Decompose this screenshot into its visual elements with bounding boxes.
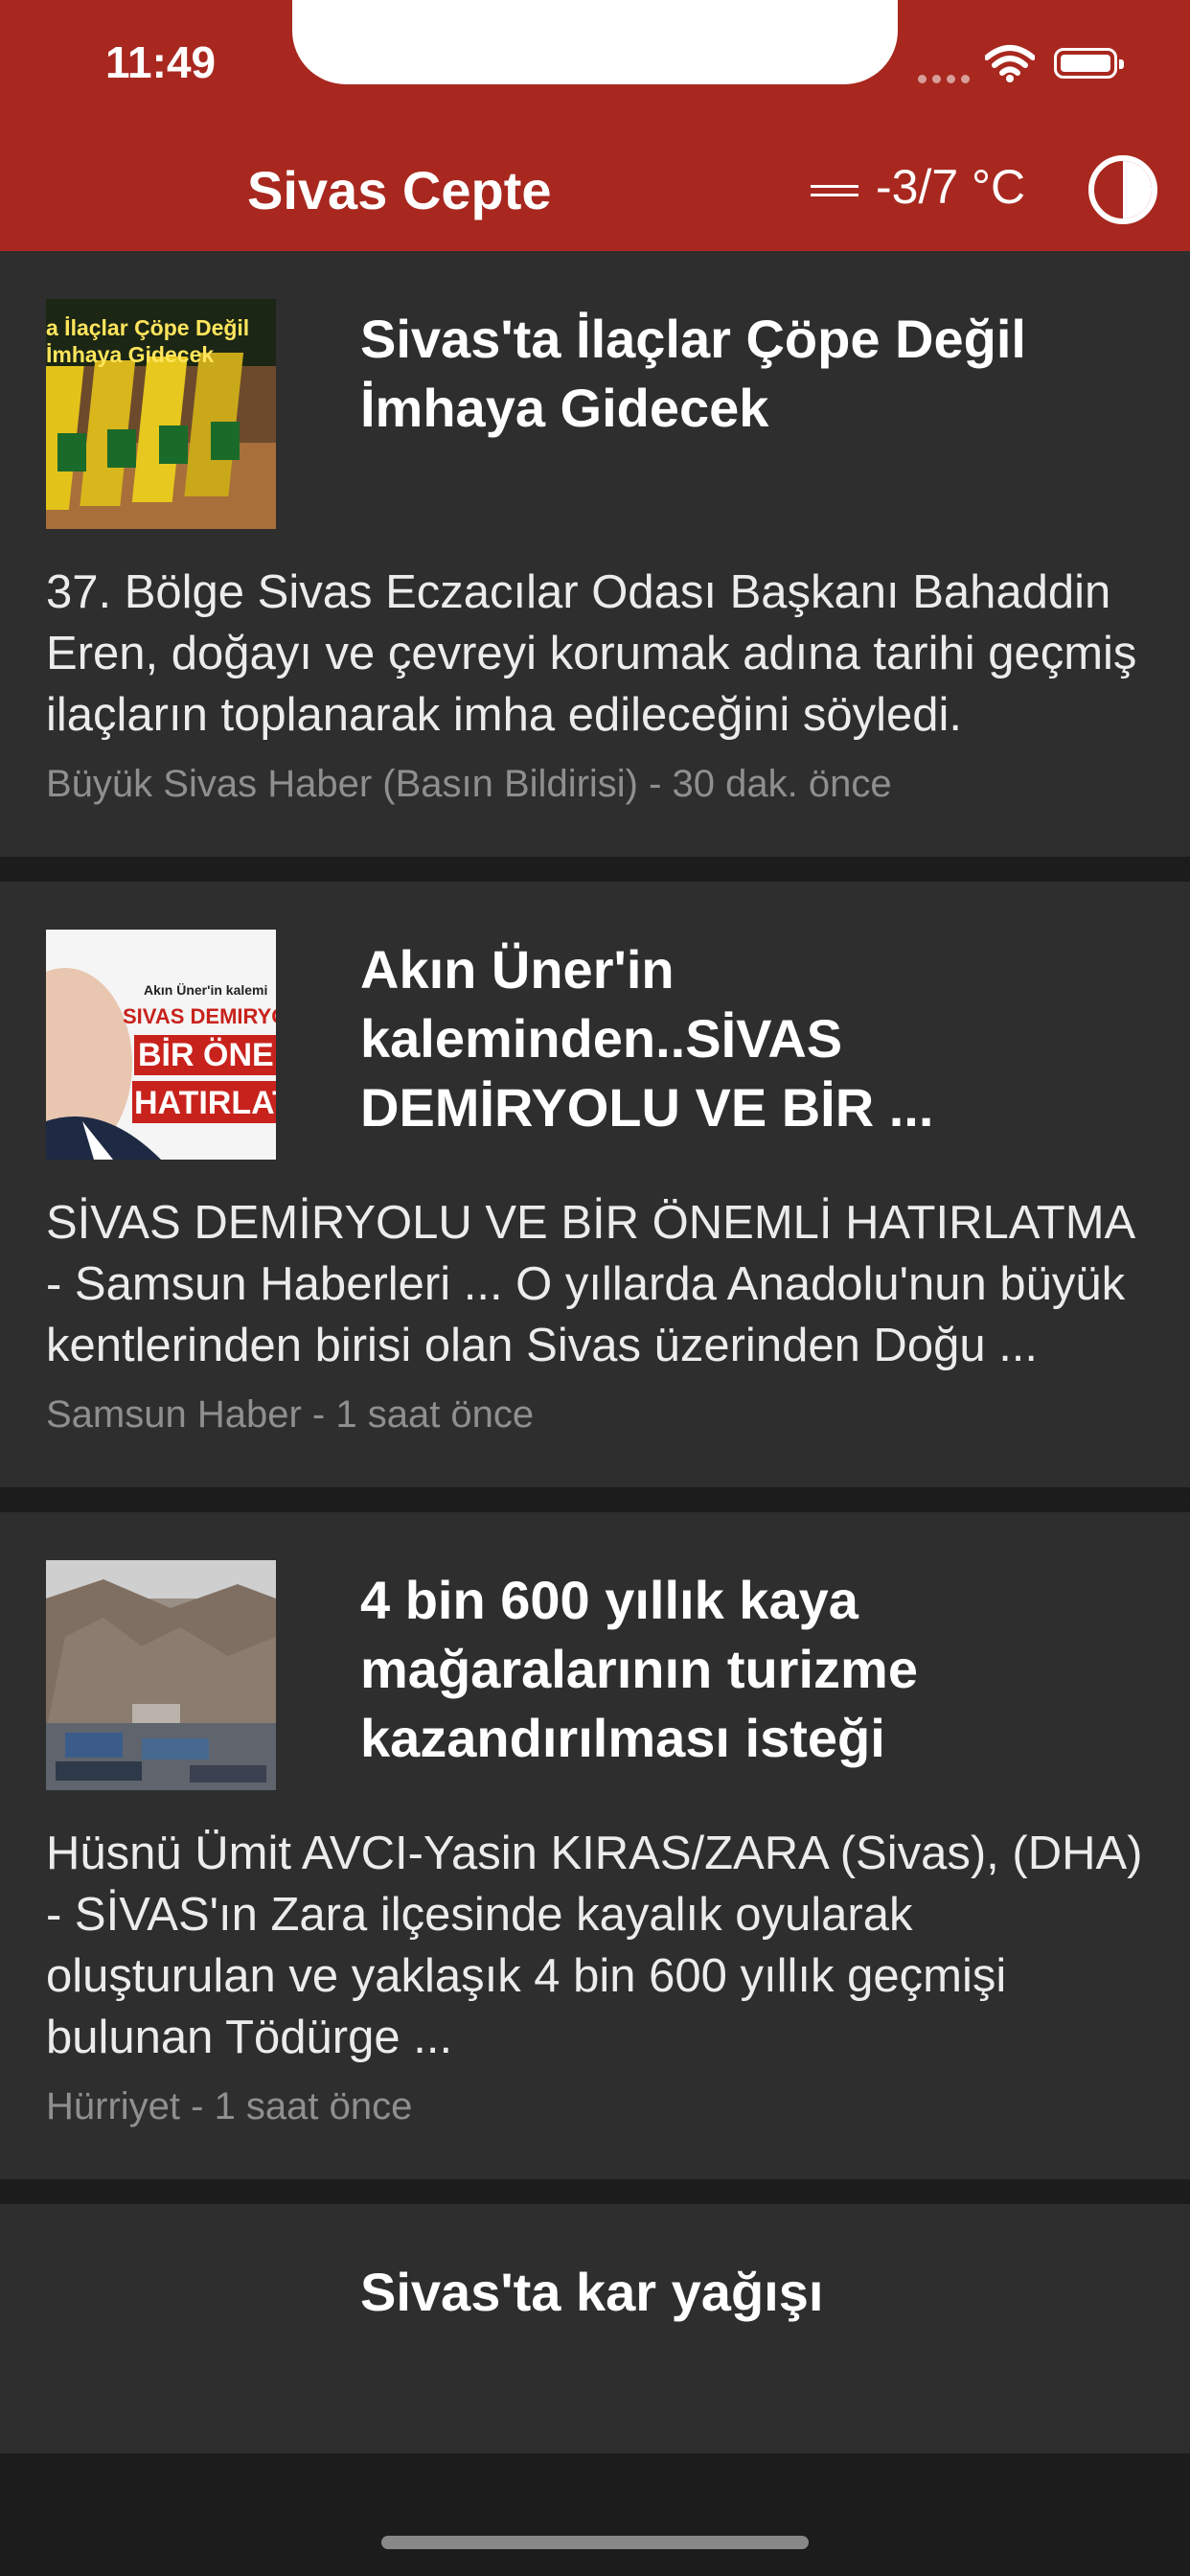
weather-text: -3/7 °C [876,160,1026,214]
news-meta: Samsun Haber - 1 saat önce [46,1393,535,1436]
news-card[interactable]: a İlaçlar Çöpe Değil İmhaya Gidecek Siva… [0,251,1190,857]
news-card[interactable]: Sivas'ta kar yağışı [0,2204,1190,2453]
news-thumbnail [46,1560,276,1790]
app-screen: 11:49 Sivas Cepte -3/7 °C a İlaçlar Çöpe… [0,0,1190,2576]
thumbnail-caption-line: HATIRLAT [134,1085,276,1121]
home-indicator[interactable] [381,2536,809,2549]
battery-icon [1054,48,1124,79]
news-meta: Büyük Sivas Haber (Basın Bildirisi) - 30… [46,763,892,805]
device-notch [292,0,898,84]
news-title: Sivas'ta İlaçlar Çöpe Değil İmhaya Gidec… [360,309,1026,438]
news-title: Akın Üner'in kaleminden..SİVAS DEMİRYOLU… [360,939,934,1138]
news-meta: Hürriyet - 1 saat önce [46,2085,413,2128]
news-title: 4 bin 600 yıllık kaya mağaralarının turi… [360,1570,918,1768]
thumbnail-caption-line: Akın Üner'in kalemi [144,982,267,998]
thumbnail-caption-line: BİR ÖNE [138,1037,274,1073]
thumbnail-caption-line: İmhaya Gidecek [46,342,214,367]
news-summary: SİVAS DEMİRYOLU VE BİR ÖNEMLİ HATIRLATMA… [46,1197,1133,1371]
news-card[interactable]: Akın Üner'in kalemi SIVAS DEMIRYO BİR ÖN… [0,882,1190,1487]
news-summary: Hüsnü Ümit AVCI-Yasin KIRAS/ZARA (Sivas)… [46,1828,1143,2063]
news-summary: 37. Bölge Sivas Eczacılar Odası Başkanı … [46,566,1137,741]
signal-icon [918,71,975,88]
news-card[interactable]: 4 bin 600 yıllık kaya mağaralarının turi… [0,1512,1190,2179]
thumbnail-caption-line: SIVAS DEMIRYO [123,1004,276,1028]
news-thumbnail: Akın Üner'in kalemi SIVAS DEMIRYO BİR ÖN… [46,930,276,1160]
news-feed: a İlaçlar Çöpe Değil İmhaya Gidecek Siva… [0,251,1190,2453]
thumbnail-caption-line: a İlaçlar Çöpe Değil [46,315,249,340]
status-time: 11:49 [105,37,217,87]
weather-widget[interactable]: -3/7 °C [811,159,1025,215]
wifi-icon [984,44,1036,87]
fog-icon [811,179,858,202]
news-thumbnail: a İlaçlar Çöpe Değil İmhaya Gidecek [46,299,276,529]
app-title: Sivas Cepte [247,160,552,220]
app-header: 11:49 Sivas Cepte -3/7 °C [0,0,1190,251]
contrast-icon[interactable] [1088,155,1157,224]
news-title: Sivas'ta kar yağışı [360,2262,824,2322]
